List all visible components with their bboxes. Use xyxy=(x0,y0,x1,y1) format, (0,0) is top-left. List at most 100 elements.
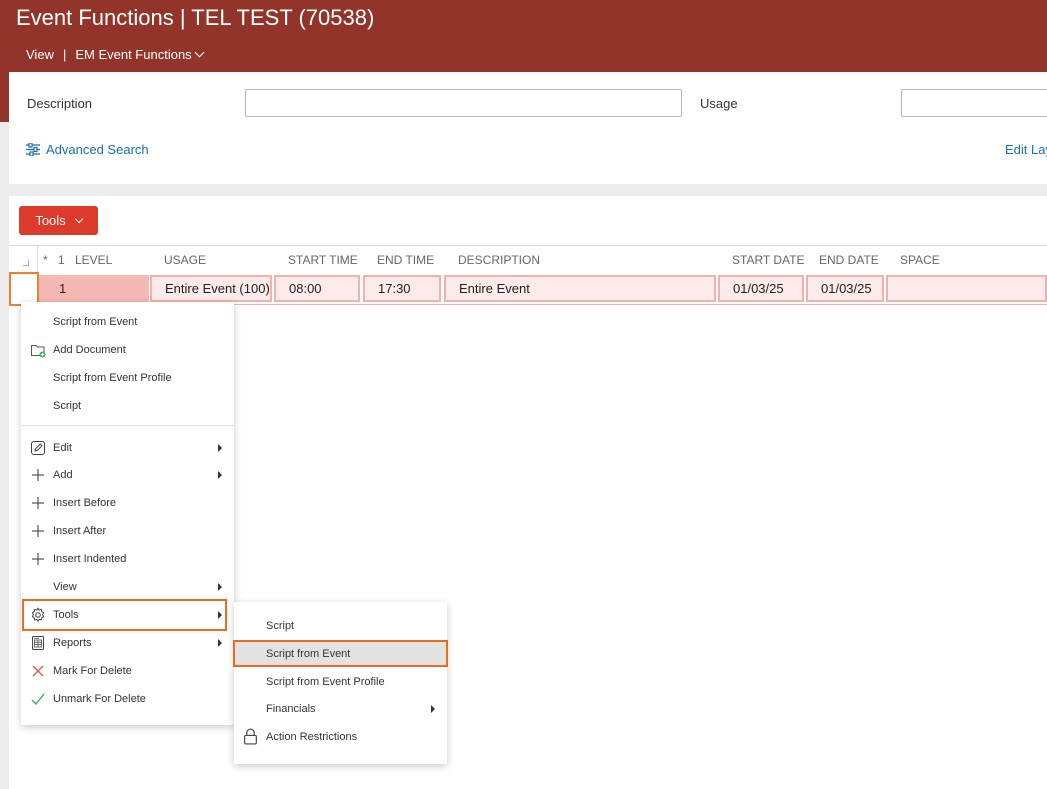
menu-item-script[interactable]: Script xyxy=(21,393,234,419)
menu-item-label: View xyxy=(53,581,77,593)
menu-item-insert-indented[interactable]: Insert Indented xyxy=(21,546,234,572)
advanced-search-link[interactable]: Advanced Search xyxy=(26,142,149,157)
cell-space[interactable] xyxy=(886,275,1047,302)
menu-item-add[interactable]: Add xyxy=(21,462,234,488)
submenu-arrow-icon xyxy=(218,639,222,647)
tools-submenu: Script Script from Event Script from Eve… xyxy=(234,602,447,764)
nav-event-functions-dropdown[interactable]: EM Event Functions xyxy=(75,47,205,62)
column-header-start-time[interactable]: START TIME xyxy=(288,253,358,267)
submenu-arrow-icon xyxy=(431,705,435,713)
page-title: Event Functions | TEL TEST (70538) xyxy=(16,5,375,30)
advanced-search-label: Advanced Search xyxy=(46,142,149,157)
menu-item-label: Mark For Delete xyxy=(53,665,132,677)
plus-icon xyxy=(32,553,44,565)
menu-item-insert-before[interactable]: Insert Before xyxy=(21,490,234,516)
menu-item-label: Script from Event xyxy=(53,316,138,328)
cell-end-time[interactable]: 17:30 xyxy=(363,275,441,302)
report-icon xyxy=(32,636,44,650)
submenu-item-action-restrictions[interactable]: Action Restrictions xyxy=(234,724,447,750)
submenu-arrow-icon xyxy=(218,471,222,479)
search-panel: Description Usage Advanced Search Edit L… xyxy=(9,72,1047,184)
menu-item-label: Script from Event Profile xyxy=(53,372,172,384)
menu-item-insert-after[interactable]: Insert After xyxy=(21,518,234,544)
menu-item-label: Script xyxy=(53,400,82,412)
chevron-down-icon xyxy=(194,47,205,58)
cell-start-date-value: 01/03/25 xyxy=(733,281,784,296)
menu-item-reports[interactable]: Reports xyxy=(21,630,234,656)
menu-divider xyxy=(21,425,234,426)
column-header-sort-order[interactable]: 1 xyxy=(58,253,65,267)
row-selector[interactable] xyxy=(9,272,39,306)
usage-label: Usage xyxy=(700,96,738,111)
submenu-item-script-from-event-profile[interactable]: Script from Event Profile xyxy=(234,669,447,695)
column-header-end-time[interactable]: END TIME xyxy=(377,253,434,267)
cell-level-value: 1 xyxy=(59,281,67,296)
submenu-arrow-icon xyxy=(218,444,222,452)
column-header-space[interactable]: SPACE xyxy=(900,253,940,267)
submenu-item-financials[interactable]: Financials xyxy=(234,696,447,722)
chevron-down-icon xyxy=(74,214,83,223)
cell-start-date[interactable]: 01/03/25 xyxy=(718,275,804,302)
column-divider xyxy=(37,246,38,274)
column-header-level[interactable]: LEVEL xyxy=(75,253,112,267)
column-header-start-date[interactable]: START DATE xyxy=(732,253,804,267)
submenu-item-label: Script xyxy=(266,620,295,632)
tools-button-label: Tools xyxy=(35,213,66,228)
grid-divider xyxy=(9,245,1047,246)
menu-item-unmark-for-delete[interactable]: Unmark For Delete xyxy=(21,686,234,712)
menu-item-add-document[interactable]: Add Document xyxy=(21,337,234,363)
submenu-item-script[interactable]: Script xyxy=(234,613,447,639)
resize-corner-icon xyxy=(23,260,29,266)
menu-item-label: Insert After xyxy=(53,525,107,537)
menu-item-label: Add Document xyxy=(53,344,126,356)
lock-icon xyxy=(244,728,257,745)
tools-item-highlight xyxy=(22,599,227,631)
menu-item-script-from-event[interactable]: Script from Event xyxy=(21,309,234,335)
cell-start-time-value: 08:00 xyxy=(289,281,322,296)
row-context-menu: Script from Event Add Document Script fr… xyxy=(21,302,234,725)
menu-item-label: Unmark For Delete xyxy=(53,693,146,705)
description-input[interactable] xyxy=(245,89,682,117)
column-header-usage[interactable]: USAGE xyxy=(164,253,206,267)
cell-description[interactable]: Entire Event xyxy=(444,275,716,302)
cell-start-time[interactable]: 08:00 xyxy=(274,275,360,302)
edit-icon xyxy=(30,440,46,456)
submenu-item-label: Financials xyxy=(266,703,316,715)
script-from-event-highlight xyxy=(233,640,448,667)
menu-item-label: Insert Before xyxy=(53,497,116,509)
column-header-end-date[interactable]: END DATE xyxy=(819,253,879,267)
cell-end-date-value: 01/03/25 xyxy=(821,281,872,296)
cell-end-date[interactable]: 01/03/25 xyxy=(806,275,884,302)
description-label: Description xyxy=(27,96,93,111)
nav-bar: View | EM Event Functions xyxy=(26,47,205,62)
menu-item-script-from-event-profile[interactable]: Script from Event Profile xyxy=(21,365,234,391)
usage-input[interactable] xyxy=(901,89,1047,117)
menu-item-label: Insert Indented xyxy=(53,553,127,565)
plus-icon xyxy=(32,525,44,537)
menu-item-mark-for-delete[interactable]: Mark For Delete xyxy=(21,658,234,684)
menu-item-edit[interactable]: Edit xyxy=(21,435,234,461)
cell-usage-value: Entire Event (100) xyxy=(165,281,270,296)
submenu-item-label: Script from Event Profile xyxy=(266,676,385,688)
column-header-star[interactable]: * xyxy=(43,253,48,267)
cell-usage[interactable]: Entire Event (100) xyxy=(150,275,272,302)
nav-separator: | xyxy=(62,47,67,62)
check-icon xyxy=(31,693,45,706)
plus-icon xyxy=(32,497,44,509)
folder-add-icon xyxy=(31,345,46,358)
cell-end-time-value: 17:30 xyxy=(378,281,411,296)
x-icon xyxy=(32,665,44,677)
edit-layout-link[interactable]: Edit Lay xyxy=(1005,142,1047,157)
cell-description-value: Entire Event xyxy=(459,281,530,296)
cell-level[interactable]: 1 xyxy=(39,275,149,302)
nav-event-functions-label: EM Event Functions xyxy=(75,47,192,62)
submenu-item-label: Action Restrictions xyxy=(266,731,358,743)
tools-button[interactable]: Tools xyxy=(19,206,98,235)
menu-item-label: Reports xyxy=(53,637,92,649)
menu-item-label: Add xyxy=(53,469,73,481)
plus-icon xyxy=(32,469,44,481)
column-header-description[interactable]: DESCRIPTION xyxy=(458,253,540,267)
menu-item-view[interactable]: View xyxy=(21,574,234,600)
nav-view-link[interactable]: View xyxy=(26,47,54,62)
sliders-icon xyxy=(26,143,40,156)
